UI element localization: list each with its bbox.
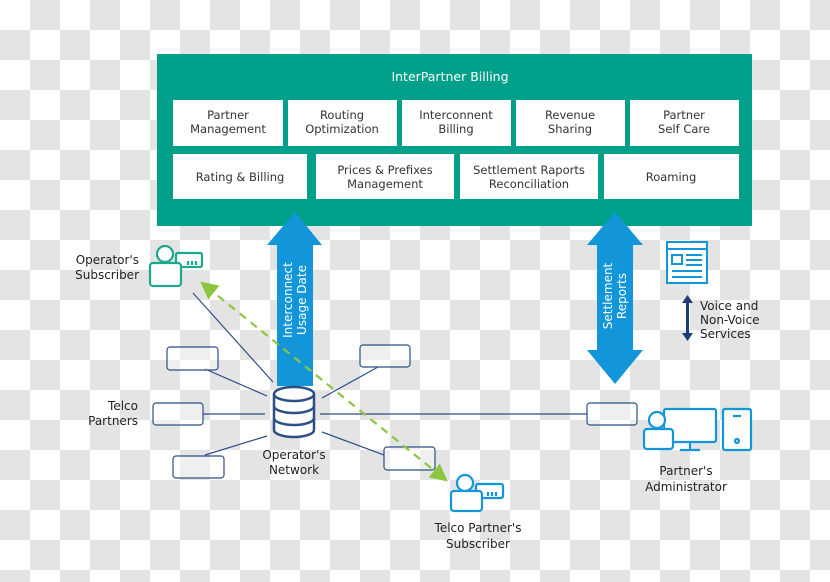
user-router-icon bbox=[148, 244, 204, 288]
telco-partner-boxes bbox=[152, 344, 638, 479]
module-settlement-reconciliation[interactable]: Settlement Raports Reconciliation bbox=[460, 154, 598, 199]
svg-text:Optimization: Optimization bbox=[305, 122, 379, 136]
svg-text:Voice and: Voice and bbox=[700, 299, 758, 313]
partner-node bbox=[383, 446, 436, 471]
partner-administrator-label: Partner's bbox=[659, 464, 712, 478]
partner-node bbox=[166, 346, 219, 371]
module-prices-prefixes[interactable]: Prices & Prefixes Management bbox=[316, 154, 454, 199]
svg-text:Network: Network bbox=[269, 463, 319, 477]
operator-network-label: Operator's bbox=[262, 448, 325, 462]
services-double-arrow bbox=[682, 295, 693, 341]
svg-text:Services: Services bbox=[700, 327, 751, 341]
svg-text:Reconciliation: Reconciliation bbox=[489, 177, 569, 191]
module-partner-self-care[interactable]: Partner Self Care bbox=[630, 100, 739, 146]
module-interconnect-billing[interactable]: Interconnent Billing bbox=[402, 100, 511, 146]
svg-text:Reports: Reports bbox=[615, 273, 629, 319]
svg-text:Rating & Billing: Rating & Billing bbox=[196, 170, 285, 184]
svg-text:Management: Management bbox=[347, 177, 423, 191]
svg-text:Settlement Raports: Settlement Raports bbox=[473, 163, 585, 177]
svg-text:Partner: Partner bbox=[207, 108, 249, 122]
svg-text:Billing: Billing bbox=[438, 122, 473, 136]
svg-text:Administrator: Administrator bbox=[645, 480, 727, 494]
svg-text:Revenue: Revenue bbox=[545, 108, 595, 122]
module-roaming[interactable]: Roaming bbox=[604, 154, 739, 199]
network-links bbox=[192, 292, 587, 456]
module-rating-billing[interactable]: Rating & Billing bbox=[173, 154, 307, 199]
panel-title: InterPartner Billing bbox=[391, 69, 508, 84]
svg-text:Self Care: Self Care bbox=[658, 122, 710, 136]
module-routing-optimization[interactable]: Routing Optimization bbox=[288, 100, 397, 146]
database-icon bbox=[272, 385, 316, 439]
module-partner-management[interactable]: Partner Management bbox=[173, 100, 283, 146]
partner-node bbox=[586, 402, 638, 426]
partner-node bbox=[172, 455, 225, 479]
operator-subscriber-label: Operator's bbox=[76, 253, 139, 267]
settlement-reports-arrow: Settlement Reports bbox=[587, 212, 643, 384]
telco-partner-subscriber-label: Telco Partner's bbox=[434, 521, 522, 535]
telco-partners-label: Telco bbox=[107, 399, 138, 413]
usage-data-arrow: Interconnect Usage Date bbox=[267, 212, 322, 386]
partner-node bbox=[359, 344, 411, 368]
svg-text:Partner: Partner bbox=[663, 108, 705, 122]
svg-text:Settlement: Settlement bbox=[601, 262, 615, 329]
svg-text:Non-Voice: Non-Voice bbox=[700, 313, 759, 327]
svg-text:Interconnent: Interconnent bbox=[419, 108, 493, 122]
svg-text:Routing: Routing bbox=[320, 108, 364, 122]
web-page-icon bbox=[666, 241, 708, 284]
svg-text:Management: Management bbox=[190, 122, 266, 136]
svg-text:Partners: Partners bbox=[88, 414, 138, 428]
module-revenue-sharing[interactable]: Revenue Sharing bbox=[516, 100, 625, 146]
svg-text:Subscriber: Subscriber bbox=[446, 537, 510, 551]
svg-text:Subscriber: Subscriber bbox=[75, 268, 139, 282]
interpartner-billing-panel: InterPartner Billing Partner Management … bbox=[157, 54, 752, 226]
svg-text:Roaming: Roaming bbox=[646, 170, 697, 184]
computer-user-icon bbox=[642, 407, 753, 452]
svg-text:Usage Date: Usage Date bbox=[295, 265, 309, 335]
user-router-icon bbox=[449, 473, 505, 513]
svg-text:Interconnect: Interconnect bbox=[281, 262, 295, 338]
svg-text:Prices & Prefixes: Prices & Prefixes bbox=[337, 163, 432, 177]
svg-text:Sharing: Sharing bbox=[548, 122, 592, 136]
partner-node bbox=[152, 402, 204, 426]
diagram: InterPartner Billing Partner Management … bbox=[75, 54, 759, 551]
